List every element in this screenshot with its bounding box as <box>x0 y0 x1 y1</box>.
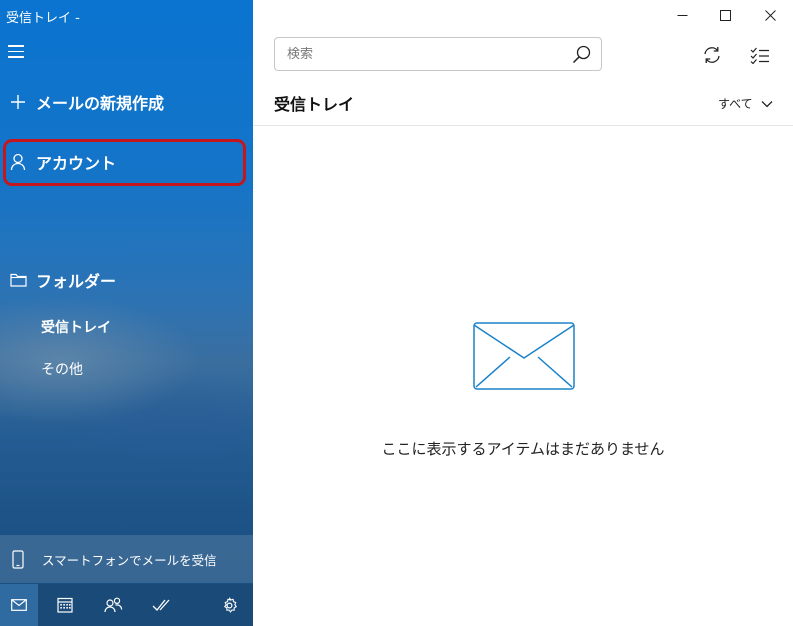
search-icon[interactable] <box>572 45 591 68</box>
search-input[interactable] <box>287 46 557 62</box>
window-title: 受信トレイ - <box>6 11 80 26</box>
select-mode-icon[interactable] <box>743 38 777 72</box>
sidebar: 受信トレイ - メールの新規作成 アカウント フォルダー 受信トレイ その他 ス… <box>0 0 253 626</box>
calendar-icon[interactable] <box>46 584 84 626</box>
person-icon <box>0 153 36 171</box>
folders-label: フォルダー <box>36 272 117 291</box>
accounts-label: アカウント <box>36 154 117 173</box>
empty-state-message: ここに表示するアイテムはまだありません <box>381 440 665 458</box>
phone-icon <box>0 549 36 569</box>
folder-title: 受信トレイ <box>274 95 355 114</box>
phone-mail-label: スマートフォンでメールを受信 <box>42 552 217 568</box>
hamburger-icon[interactable] <box>8 45 26 61</box>
chevron-down-icon <box>761 100 773 107</box>
folder-item-inbox[interactable]: 受信トレイ <box>41 317 111 337</box>
people-icon[interactable] <box>94 584 132 626</box>
minimize-icon[interactable] <box>659 0 705 30</box>
search-box <box>274 37 602 71</box>
filter-label: すべて <box>718 97 753 111</box>
todo-icon[interactable] <box>142 584 180 626</box>
bottom-nav-bar <box>0 584 253 626</box>
main-panel: 受信トレイ すべて ここに表示するアイテムはまだありません <box>253 0 793 626</box>
new-mail-button[interactable]: メールの新規作成 <box>0 82 253 122</box>
folder-icon <box>0 273 36 287</box>
gear-icon[interactable] <box>210 584 248 626</box>
mail-icon[interactable] <box>0 584 38 626</box>
close-icon[interactable] <box>747 0 793 30</box>
sync-icon[interactable] <box>695 38 729 72</box>
folder-item-other[interactable]: その他 <box>41 359 83 379</box>
header-divider <box>253 125 793 126</box>
filter-dropdown[interactable]: すべて <box>718 95 773 112</box>
phone-mail-button[interactable]: スマートフォンでメールを受信 <box>0 535 253 583</box>
plus-icon <box>0 94 36 110</box>
maximize-icon[interactable] <box>702 0 748 30</box>
empty-envelope-icon <box>472 321 576 395</box>
accounts-button[interactable]: アカウント <box>0 142 253 182</box>
new-mail-label: メールの新規作成 <box>36 94 165 113</box>
folders-button[interactable]: フォルダー <box>0 260 253 300</box>
